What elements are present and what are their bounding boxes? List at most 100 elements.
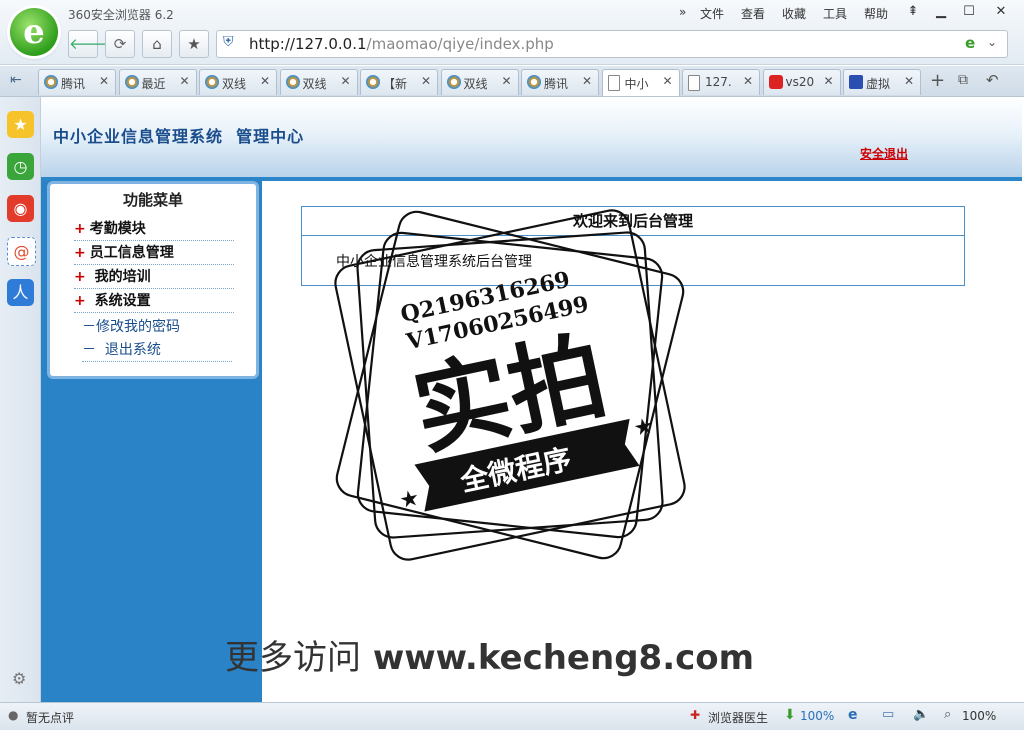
submenu-change-password[interactable]: －修改我的密码 [82,316,180,336]
menu-item-training[interactable]: + 我的培训 [74,266,234,289]
refresh-button[interactable]: ⟳ [105,30,135,58]
menu-view[interactable]: 查看 [741,5,765,22]
browser-tab[interactable]: 腾讯 ✕ [521,69,599,95]
contacts-icon[interactable]: 人 [7,279,34,306]
watermark-footer-cn: 更多访问 [225,638,361,678]
tab-close-icon[interactable]: ✕ [823,74,833,88]
tab-close-icon[interactable]: ✕ [582,74,592,88]
minimize-button[interactable]: ▁ [928,2,954,22]
menu-item-label: 考勤模块 [89,221,146,237]
page-icon [607,75,620,91]
menu-tools[interactable]: 工具 [823,5,847,22]
watermark-footer: 更多访问 www.kecheng8.com [225,630,754,679]
site-favicon-icon [44,75,58,89]
browser-tab[interactable]: 双线 ✕ [279,69,358,95]
tab-title: 127. [705,75,732,89]
zoom-magnifier-icon[interactable]: ⌕ [944,707,951,722]
submenu-exit-system[interactable]: － 退出系统 [82,339,232,362]
download-arrow-icon: ⬇ [784,707,796,723]
history-clock-icon[interactable]: ◷ [7,153,34,180]
shield-icon: ⛨ [223,34,234,50]
tab-title: 虚拟 [866,77,891,91]
tab-title: 双线 [222,77,247,91]
menu-overflow-icon[interactable]: » [679,5,686,19]
weibo-icon[interactable]: ◉ [7,195,34,222]
menu-item-attendance[interactable]: + 考勤模块 [74,218,234,241]
mail-icon[interactable]: @ [7,237,36,266]
download-progress[interactable]: 100% [800,709,834,723]
menu-favorites[interactable]: 收藏 [782,5,806,22]
browser-tab[interactable]: 虚拟 ✕ [843,69,921,95]
browser-doctor[interactable]: 浏览器医生 [708,709,768,726]
menu-file[interactable]: 文件 [700,5,724,22]
tab-bar: ⇤ 腾讯 ✕ 最近 ✕ 双线 ✕ 双线 ✕ 【新 ✕ 双线 ✕ 腾讯 ✕ 中小 ✕ 127. ✕ vs20 ✕ 虚拟 ✕ … [0,66,1024,97]
menu-help[interactable]: 帮助 [864,5,888,22]
sidebar-toggle-icon[interactable]: ⇤ [10,72,22,88]
tab-close-icon[interactable]: ✕ [421,74,431,88]
tab-title: 双线 [463,77,488,91]
tab-close-icon[interactable]: ✕ [99,74,109,88]
back-button[interactable]: 🡐 [68,30,109,58]
menu-title: 功能菜单 [122,191,183,209]
browser-app-name: 360安全浏览器 6.2 [68,8,174,22]
tab-close-icon[interactable]: ✕ [340,74,350,88]
favorite-star-button[interactable]: ★ [179,30,209,58]
logout-link[interactable]: 安全退出 [860,145,908,162]
site-favicon-icon [849,75,863,89]
browser-tab[interactable]: 【新 ✕ [360,69,438,95]
tab-close-icon[interactable]: ✕ [662,74,672,88]
function-menu: 功能菜单 + 考勤模块 + 员工信息管理 + 我的培训 + 系统设置 －修改我的密码… [47,181,259,379]
browser-side-rail: ★ ◷ ◉ @ 人 ⚙ [0,97,41,702]
chevron-down-icon[interactable]: ⌄ [987,35,997,49]
watermark-stamp: Q2196316269 V17060256499 实拍 全微程序 ★ ★ [334,209,686,561]
home-button[interactable]: ⌂ [142,30,172,58]
close-button[interactable]: ✕ [988,2,1014,22]
volume-icon[interactable]: 🔈 [913,707,929,722]
address-bar[interactable]: ⛨ http://127.0.0.1/maomao/qiye/index.php… [216,30,1008,58]
menu-item-employee-info[interactable]: + 员工信息管理 [74,242,234,265]
tab-title: 腾讯 [61,77,86,91]
window-icon[interactable]: ▭ [882,707,894,722]
url-host: http://127.0.0.1 [249,35,367,53]
settings-gear-icon[interactable]: ⚙ [12,669,26,688]
tab-title: vs20 [785,75,815,89]
pin-icon[interactable]: ⇞ [900,2,926,22]
star-icon: ★ [397,486,422,515]
plus-icon: + [74,269,86,285]
browser-tab[interactable]: 双线 ✕ [440,69,519,95]
tab-close-icon[interactable]: ✕ [904,74,914,88]
undo-close-tab-icon[interactable]: ↶ [986,71,999,89]
tab-close-icon[interactable]: ✕ [260,74,270,88]
ie-icon[interactable]: e [848,707,858,723]
browser-tab[interactable]: 最近 ✕ [118,69,197,95]
tab-close-icon[interactable]: ✕ [743,74,753,88]
plus-icon: + [74,293,86,309]
ie-mode-icon[interactable]: e [965,34,975,52]
address-text[interactable]: http://127.0.0.1/maomao/qiye/index.php [249,35,554,53]
rating-icon: ● [8,708,19,722]
browser-tab[interactable]: 双线 ✕ [199,69,277,95]
menu-item-system-settings[interactable]: + 系统设置 [74,290,234,313]
tab-close-icon[interactable]: ✕ [501,74,511,88]
plus-icon: + [74,221,86,237]
tab-list-icon[interactable]: ⧉ [958,72,968,88]
status-rating-text[interactable]: 暂无点评 [26,709,74,726]
browser-tab[interactable]: 127. ✕ [682,69,760,95]
system-title: 中小企业信息管理系统 管理中心 [53,127,305,146]
browser-tab[interactable]: vs20 ✕ [762,69,841,95]
url-path: /maomao/qiye/index.php [366,35,554,53]
favorites-star-icon[interactable]: ★ [7,111,34,138]
browser-tab[interactable]: 腾讯 ✕ [38,69,116,95]
tab-title: 腾讯 [544,77,569,91]
doctor-icon: ✚ [690,708,701,722]
zoom-level[interactable]: 100% [962,709,996,723]
new-tab-button[interactable]: + [930,70,945,91]
site-favicon-icon [124,75,139,89]
watermark-footer-url: www.kecheng8.com [372,638,755,678]
tab-title: 【新 [383,77,408,91]
maximize-button[interactable]: ☐ [956,2,982,22]
tab-close-icon[interactable]: ✕ [179,74,189,88]
menu-item-label: 员工信息管理 [89,245,174,261]
plus-icon: + [74,245,86,261]
browser-tab[interactable]: 中小 ✕ [601,69,680,96]
